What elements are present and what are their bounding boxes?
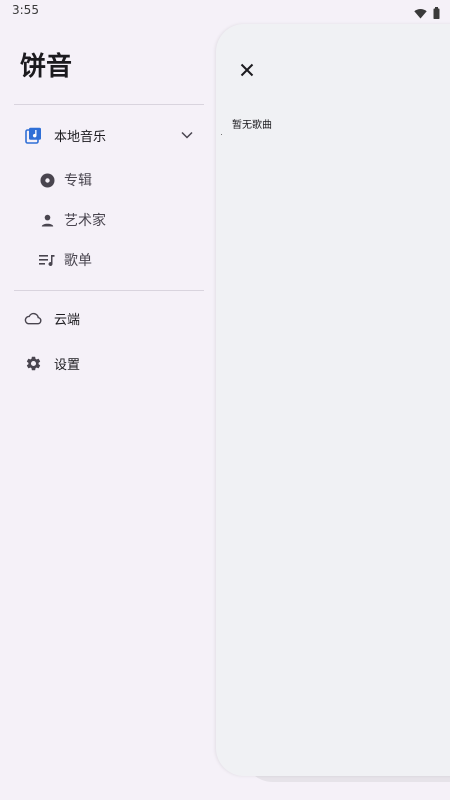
nav-item-settings[interactable]: 设置	[14, 343, 204, 383]
close-icon	[240, 62, 254, 81]
cloud-icon	[24, 309, 42, 327]
nav-label-cloud: 云端	[54, 312, 81, 328]
nav-item-albums[interactable]: 专辑	[14, 160, 204, 200]
nav-item-playlists[interactable]: 歌单	[14, 240, 204, 280]
nav-label-local-music: 本地音乐	[54, 129, 107, 145]
gear-icon	[24, 354, 42, 372]
battery-icon	[433, 4, 440, 23]
divider	[14, 290, 204, 291]
song-list-sheet: 暂无歌曲	[216, 24, 450, 776]
nav-item-cloud[interactable]: 云端	[14, 298, 204, 338]
nav-label-settings: 设置	[54, 357, 81, 373]
status-time: 3:55	[12, 3, 39, 17]
album-icon	[38, 171, 56, 189]
app-title: 饼音	[20, 52, 73, 82]
empty-state-text: 暂无歌曲	[232, 120, 272, 131]
divider	[14, 104, 204, 105]
list-marker	[221, 134, 222, 135]
navigation-drawer: 饼音 本地音乐 专辑 艺术家 歌单 云端 设置	[0, 22, 215, 800]
nav-item-artists[interactable]: 艺术家	[14, 200, 204, 240]
nav-label-albums: 专辑	[64, 173, 92, 189]
nav-label-artists: 艺术家	[64, 213, 106, 229]
status-bar: 3:55	[0, 0, 450, 22]
status-icons	[414, 4, 440, 23]
chevron-down-icon[interactable]	[180, 128, 194, 142]
playlist-icon	[38, 251, 56, 269]
nav-item-local-music[interactable]: 本地音乐	[14, 115, 204, 155]
app-screen: 3:55 饼音 本地音乐 专辑 艺术家 歌单 云端 设置 暂无歌曲	[0, 0, 450, 800]
music-library-icon	[24, 126, 42, 144]
close-button[interactable]	[236, 60, 258, 82]
wifi-icon	[414, 4, 427, 23]
nav-label-playlists: 歌单	[64, 253, 92, 269]
person-icon	[38, 211, 56, 229]
